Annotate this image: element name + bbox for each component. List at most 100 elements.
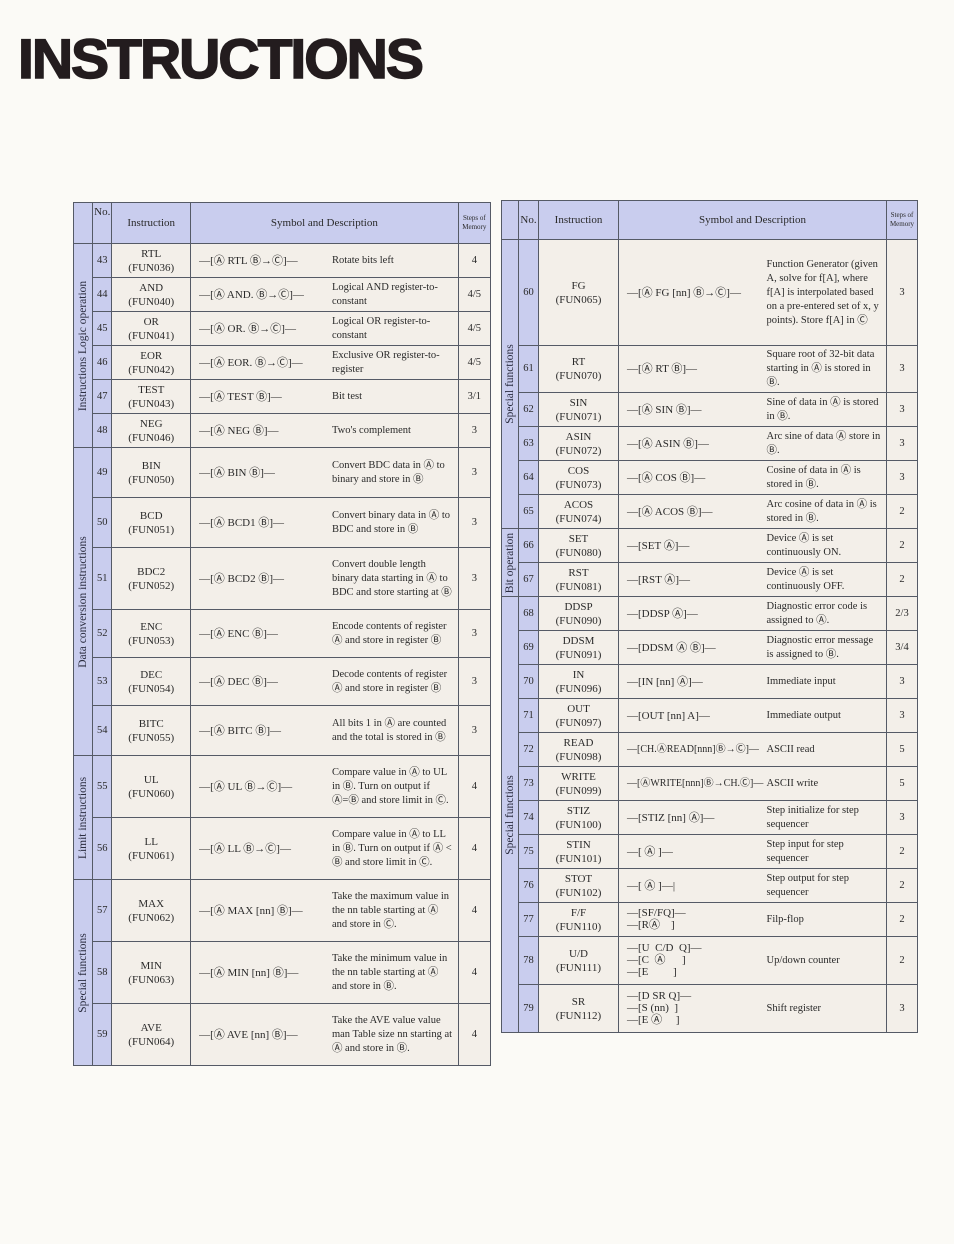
steps-of-memory: 2 <box>886 834 918 869</box>
ladder-symbol: —[ⒶWRITE[nnn]Ⓑ→CH.Ⓒ]— <box>627 778 764 789</box>
description: Filp-flop <box>766 902 887 937</box>
instruction-name: LL <box>144 835 158 848</box>
description: Step initialize for step sequencer <box>766 800 887 835</box>
group-label: Bit operation <box>504 532 516 593</box>
table-row: 48 NEG (FUN046) —[Ⓐ NEG Ⓑ]— Two's complement… <box>74 413 492 448</box>
table-row: 52 ENC (FUN053) —[Ⓐ ENC Ⓑ]— Encode contents … <box>74 609 492 658</box>
table-row: 56 LL (FUN061) —[Ⓐ LL Ⓑ→Ⓒ]— Compare value in… <box>74 817 492 880</box>
instruction-name: BIN <box>141 459 161 472</box>
ladder-symbol-line: —[U C/D Q]— <box>627 942 702 954</box>
description: ASCII write <box>766 766 887 801</box>
row-number: 76 <box>518 868 539 903</box>
steps-of-memory: 3 <box>457 657 492 706</box>
steps-of-memory: 3 <box>457 447 492 498</box>
instruction-name: U/D <box>569 947 588 960</box>
function-code: (FUN051) <box>128 523 175 536</box>
group-label: Limit instructions <box>77 776 90 859</box>
instruction-cell: STOT (FUN102) <box>538 868 619 903</box>
instruction-cell: UL (FUN060) <box>111 755 192 818</box>
instruction-cell: BDC2 (FUN052) <box>111 547 192 610</box>
group-label: Special functions <box>504 344 516 424</box>
ladder-symbol: —[Ⓐ DEC Ⓑ]— <box>199 675 278 688</box>
function-code: (FUN098) <box>555 750 602 763</box>
function-code: (FUN110) <box>555 920 602 933</box>
symbol-cell: —[U C/D Q]— —[C Ⓐ ] —[E ] <box>618 936 767 985</box>
function-code: (FUN060) <box>128 787 175 800</box>
instruction-cell: DEC (FUN054) <box>111 657 192 706</box>
ladder-symbol: —[DDSP Ⓐ]— <box>627 607 698 620</box>
instruction-table-left: No. Instruction Symbol and Description S… <box>72 202 492 1066</box>
symbol-cell: —[Ⓐ FG [nn] Ⓑ→Ⓒ]— <box>618 239 767 346</box>
steps-of-memory: 4 <box>457 1003 492 1066</box>
header-instruction: Instruction <box>111 202 192 244</box>
table-row: 61 RT (FUN070) —[Ⓐ RT Ⓑ]— Square root of 32-… <box>502 345 918 393</box>
row-number: 48 <box>92 413 113 448</box>
ladder-symbol: —[Ⓐ NEG Ⓑ]— <box>199 424 279 437</box>
ladder-symbol: —[Ⓐ BCD2 Ⓑ]— <box>199 572 285 585</box>
symbol-cell: —[Ⓐ BITC Ⓑ]— <box>190 705 332 756</box>
description: Logical OR register-to-constant <box>331 311 459 346</box>
row-number: 62 <box>518 392 539 427</box>
ladder-symbol-line: —[E Ⓐ ] <box>627 1014 680 1026</box>
instruction-name: TEST <box>138 383 165 396</box>
steps-of-memory: 2 <box>886 562 918 597</box>
symbol-cell: —[Ⓐ BCD1 Ⓑ]— <box>190 497 332 548</box>
ladder-symbol-line: —[SF/FQ]— <box>627 907 686 919</box>
instruction-name: READ <box>563 736 594 749</box>
steps-of-memory: 5 <box>886 732 918 767</box>
instruction-name: UL <box>143 773 159 786</box>
description: Shift register <box>766 984 887 1033</box>
function-code: (FUN091) <box>555 648 602 661</box>
description: Device Ⓐ is set continuously ON. <box>766 528 887 563</box>
symbol-cell: —[Ⓐ NEG Ⓑ]— <box>190 413 332 448</box>
symbol-cell: —[DDSP Ⓐ]— <box>618 596 767 631</box>
symbol-cell: —[OUT [nn] A]— <box>618 698 767 733</box>
ladder-symbol: —[Ⓐ LL Ⓑ→Ⓒ]— <box>199 842 291 855</box>
row-number: 55 <box>92 755 113 818</box>
steps-of-memory: 3/4 <box>886 630 918 665</box>
table-row: 71 OUT (FUN097) —[OUT [nn] A]— Immediate out… <box>502 698 918 733</box>
table-row: Data conversion instructions 49 BIN (FUN050… <box>72 447 492 756</box>
function-code: (FUN040) <box>128 295 175 308</box>
instruction-name: DDSP <box>564 600 593 613</box>
table-row: 53 DEC (FUN054) —[Ⓐ DEC Ⓑ]— Decode contents … <box>74 657 492 706</box>
steps-of-memory: 3 <box>886 800 918 835</box>
instruction-cell: SR (FUN112) <box>538 984 619 1033</box>
function-code: (FUN065) <box>555 293 602 306</box>
row-number: 75 <box>518 834 539 869</box>
row-number: 67 <box>518 562 539 597</box>
description: Up/down counter <box>766 936 887 985</box>
table-row: Special functions 57 MAX (FUN062) —[Ⓐ MAX [n… <box>72 879 492 1066</box>
table-row: Special functions 68 DDSP (FUN090) —[DDSP Ⓐ]… <box>501 596 918 1033</box>
row-number: 49 <box>92 447 113 498</box>
row-number: 57 <box>92 879 113 942</box>
instruction-cell: WRITE (FUN099) <box>538 766 619 801</box>
instruction-name: DDSM <box>562 634 595 647</box>
header-no: No. <box>518 200 539 240</box>
row-number: 70 <box>518 664 539 699</box>
symbol-cell: —[Ⓐ OR. Ⓑ→Ⓒ]— <box>190 311 332 346</box>
function-code: (FUN064) <box>128 1035 175 1048</box>
row-number: 43 <box>92 243 113 278</box>
description: Take the AVE value value man Table size … <box>331 1003 459 1066</box>
symbol-cell: —[Ⓐ TEST Ⓑ]— <box>190 379 332 414</box>
instruction-cell: ACOS (FUN074) <box>538 494 619 529</box>
description: Step output for step sequencer <box>766 868 887 903</box>
steps-of-memory: 2 <box>886 902 918 937</box>
steps-of-memory: 3 <box>886 664 918 699</box>
instruction-cell: RTL (FUN036) <box>111 243 192 278</box>
group-label-cell: Limit instructions <box>72 755 94 880</box>
table-row: 51 BDC2 (FUN052) —[Ⓐ BCD2 Ⓑ]— Convert double… <box>74 547 492 610</box>
group-label: Special functions <box>77 932 90 1013</box>
ladder-symbol: —[Ⓐ AND. Ⓑ→Ⓒ]— <box>199 288 304 301</box>
steps-of-memory: 3 <box>886 392 918 427</box>
description: Compare value in Ⓐ to LL in Ⓑ. Turn on o… <box>331 817 459 880</box>
instruction-name: NEG <box>139 417 163 430</box>
instruction-name: MIN <box>140 959 162 972</box>
description: Square root of 32-bit data starting in Ⓐ… <box>766 345 887 393</box>
instruction-name: BITC <box>138 717 164 730</box>
description: Convert BDC data in Ⓐ to binary and stor… <box>331 447 459 498</box>
instruction-name: STOT <box>564 872 593 885</box>
row-number: 46 <box>92 345 113 380</box>
group-label-cell: Instructions Logic operation <box>72 243 94 448</box>
